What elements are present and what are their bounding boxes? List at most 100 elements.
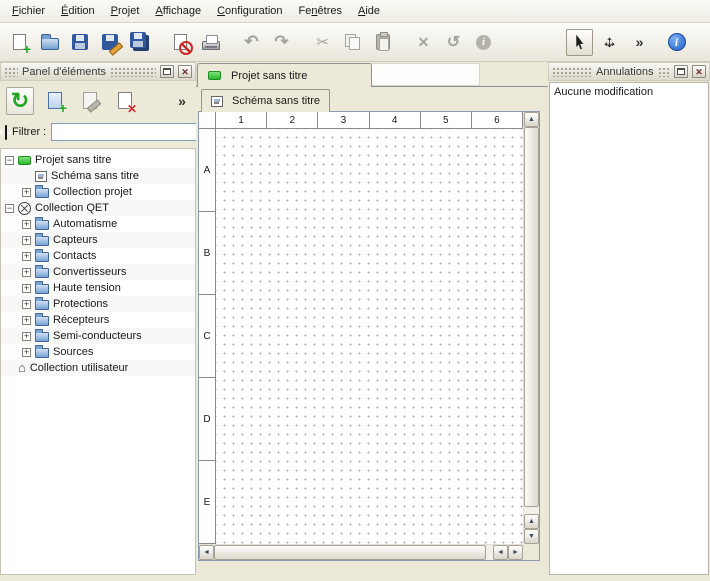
menu-item-fenetres[interactable]: Fenêtres bbox=[291, 1, 350, 21]
expand-toggle[interactable]: + bbox=[22, 188, 31, 197]
print-button[interactable] bbox=[197, 29, 224, 56]
close-file-button[interactable] bbox=[167, 29, 194, 56]
tree-item-automatisme[interactable]: +Automatisme bbox=[1, 216, 195, 232]
move-tool-button[interactable] bbox=[596, 29, 623, 56]
menu-item-affichage[interactable]: Affichage bbox=[147, 1, 209, 21]
move-icon bbox=[600, 33, 619, 52]
delete-element-button[interactable] bbox=[111, 87, 139, 115]
scroll-left-button[interactable]: ◄ bbox=[199, 545, 214, 560]
edit-element-button[interactable] bbox=[76, 87, 104, 115]
clear-filter-icon[interactable] bbox=[5, 125, 7, 140]
new-element-button[interactable] bbox=[41, 87, 69, 115]
vertical-scrollbar[interactable]: ▲ ▲ ▼ bbox=[523, 112, 539, 544]
expand-toggle[interactable]: + bbox=[22, 316, 31, 325]
scroll-left-button[interactable]: ◄ bbox=[493, 545, 508, 560]
tools-overflow-button[interactable] bbox=[626, 29, 653, 56]
menu-item-projet[interactable]: Projet bbox=[103, 1, 148, 21]
horizontal-scrollbar[interactable]: ◄ ◄ ► bbox=[199, 544, 523, 560]
save-button[interactable] bbox=[66, 29, 93, 56]
tab-project[interactable]: Projet sans titre bbox=[197, 63, 372, 87]
drag-grip-icon[interactable] bbox=[552, 67, 592, 77]
close-panel-button[interactable] bbox=[692, 65, 706, 78]
open-project-button[interactable] bbox=[36, 29, 63, 56]
tree-item-contacts[interactable]: +Contacts bbox=[1, 248, 195, 264]
drag-grip-icon[interactable] bbox=[658, 67, 671, 77]
floppy-pencil-icon bbox=[102, 34, 118, 50]
folder-icon bbox=[35, 284, 49, 294]
rotate-button[interactable] bbox=[440, 29, 467, 56]
expand-toggle[interactable]: + bbox=[22, 332, 31, 341]
scroll-up-button[interactable]: ▲ bbox=[524, 514, 539, 529]
about-qet-button[interactable] bbox=[663, 29, 690, 56]
page-edit-icon bbox=[83, 92, 97, 109]
save-all-button[interactable] bbox=[126, 29, 153, 56]
tab-schema[interactable]: Schéma sans titre bbox=[201, 89, 330, 112]
tree-item-projet-sans-titre[interactable]: −Projet sans titre bbox=[1, 152, 195, 168]
scroll-right-button[interactable]: ► bbox=[508, 545, 523, 560]
horizontal-scroll-thumb[interactable] bbox=[214, 545, 486, 560]
tree-item-collection-projet[interactable]: +Collection projet bbox=[1, 184, 195, 200]
menu-item-aide[interactable]: Aide bbox=[350, 1, 388, 21]
copy-button[interactable] bbox=[339, 29, 366, 56]
element-info-button[interactable] bbox=[470, 29, 497, 56]
undo-button[interactable] bbox=[238, 29, 265, 56]
close-panel-button[interactable] bbox=[178, 65, 192, 78]
diagram-view: 123456 ABCDE ▲ ▲ ▼ ◄ ◄ ► bbox=[198, 111, 540, 561]
tree-item-collection-qet[interactable]: − Collection QET bbox=[1, 200, 195, 216]
workspace: Projet sans titre Schéma sans titre 1234… bbox=[196, 62, 548, 581]
new-project-button[interactable] bbox=[6, 29, 33, 56]
select-tool-button[interactable] bbox=[566, 29, 593, 56]
tree-item-haute-tension[interactable]: +Haute tension bbox=[1, 280, 195, 296]
vertical-scroll-thumb[interactable] bbox=[524, 127, 539, 507]
reload-collections-button[interactable] bbox=[6, 87, 34, 115]
tree-item-semi-conducteurs[interactable]: + Semi-conducteurs bbox=[1, 328, 195, 344]
cut-button[interactable] bbox=[309, 29, 336, 56]
tree-item-collection-utilisateur[interactable]: Collection utilisateur bbox=[1, 360, 195, 376]
tree-item-sources[interactable]: +Sources bbox=[1, 344, 195, 360]
folder-icon bbox=[35, 236, 49, 246]
tree-item-label: Collection QET bbox=[35, 202, 109, 214]
drag-grip-icon[interactable] bbox=[4, 67, 18, 77]
tree-item-recepteurs[interactable]: +Récepteurs bbox=[1, 312, 195, 328]
expand-toggle[interactable]: + bbox=[22, 252, 31, 261]
collapse-toggle[interactable]: − bbox=[5, 204, 14, 213]
paste-button[interactable] bbox=[369, 29, 396, 56]
scroll-up-button[interactable]: ▲ bbox=[524, 112, 539, 127]
expand-toggle[interactable]: + bbox=[22, 300, 31, 309]
column-header-5: 5 bbox=[421, 112, 472, 129]
element-tree: −Projet sans titreSchéma sans titre+Coll… bbox=[0, 148, 196, 575]
expand-toggle[interactable]: + bbox=[22, 236, 31, 245]
filter-input[interactable] bbox=[51, 123, 201, 141]
drag-grip-icon[interactable] bbox=[110, 67, 156, 77]
tree-item-label: Semi-conducteurs bbox=[53, 330, 142, 342]
menu-item-edition[interactable]: Édition bbox=[53, 1, 103, 21]
tree-item-convertisseurs[interactable]: +Convertisseurs bbox=[1, 264, 195, 280]
info-blue-icon bbox=[668, 33, 686, 51]
save-as-button[interactable] bbox=[96, 29, 123, 56]
float-panel-button[interactable] bbox=[160, 65, 174, 78]
delete-button[interactable] bbox=[410, 29, 437, 56]
diagram-canvas[interactable] bbox=[216, 129, 523, 544]
chevron-icon bbox=[178, 93, 186, 109]
undo-panel-titlebar[interactable]: Annulations bbox=[548, 62, 710, 81]
tree-item-capteurs[interactable]: +Capteurs bbox=[1, 232, 195, 248]
toolbar-group-edit bbox=[410, 29, 497, 56]
elements-panel-titlebar[interactable]: Panel d'éléments bbox=[0, 62, 196, 81]
collapse-toggle[interactable]: − bbox=[5, 156, 14, 165]
tree-item-schema-sans-titre[interactable]: Schéma sans titre bbox=[1, 168, 195, 184]
float-panel-button[interactable] bbox=[674, 65, 688, 78]
expand-toggle[interactable]: + bbox=[22, 348, 31, 357]
undo-list-item[interactable]: Aucune modification bbox=[550, 83, 708, 101]
expand-toggle[interactable]: + bbox=[22, 220, 31, 229]
expand-toggle[interactable]: + bbox=[22, 268, 31, 277]
scroll-down-button[interactable]: ▼ bbox=[524, 529, 539, 544]
expand-toggle[interactable]: + bbox=[22, 284, 31, 293]
page-close-icon bbox=[174, 34, 187, 50]
filter-label: Filtrer : bbox=[12, 126, 46, 138]
folder-icon bbox=[35, 300, 49, 310]
redo-button[interactable] bbox=[268, 29, 295, 56]
menu-item-fichier[interactable]: Fichier bbox=[4, 1, 53, 21]
tree-item-protections[interactable]: +Protections bbox=[1, 296, 195, 312]
menu-item-configuration[interactable]: Configuration bbox=[209, 1, 290, 21]
panel-overflow-button[interactable] bbox=[174, 87, 190, 115]
